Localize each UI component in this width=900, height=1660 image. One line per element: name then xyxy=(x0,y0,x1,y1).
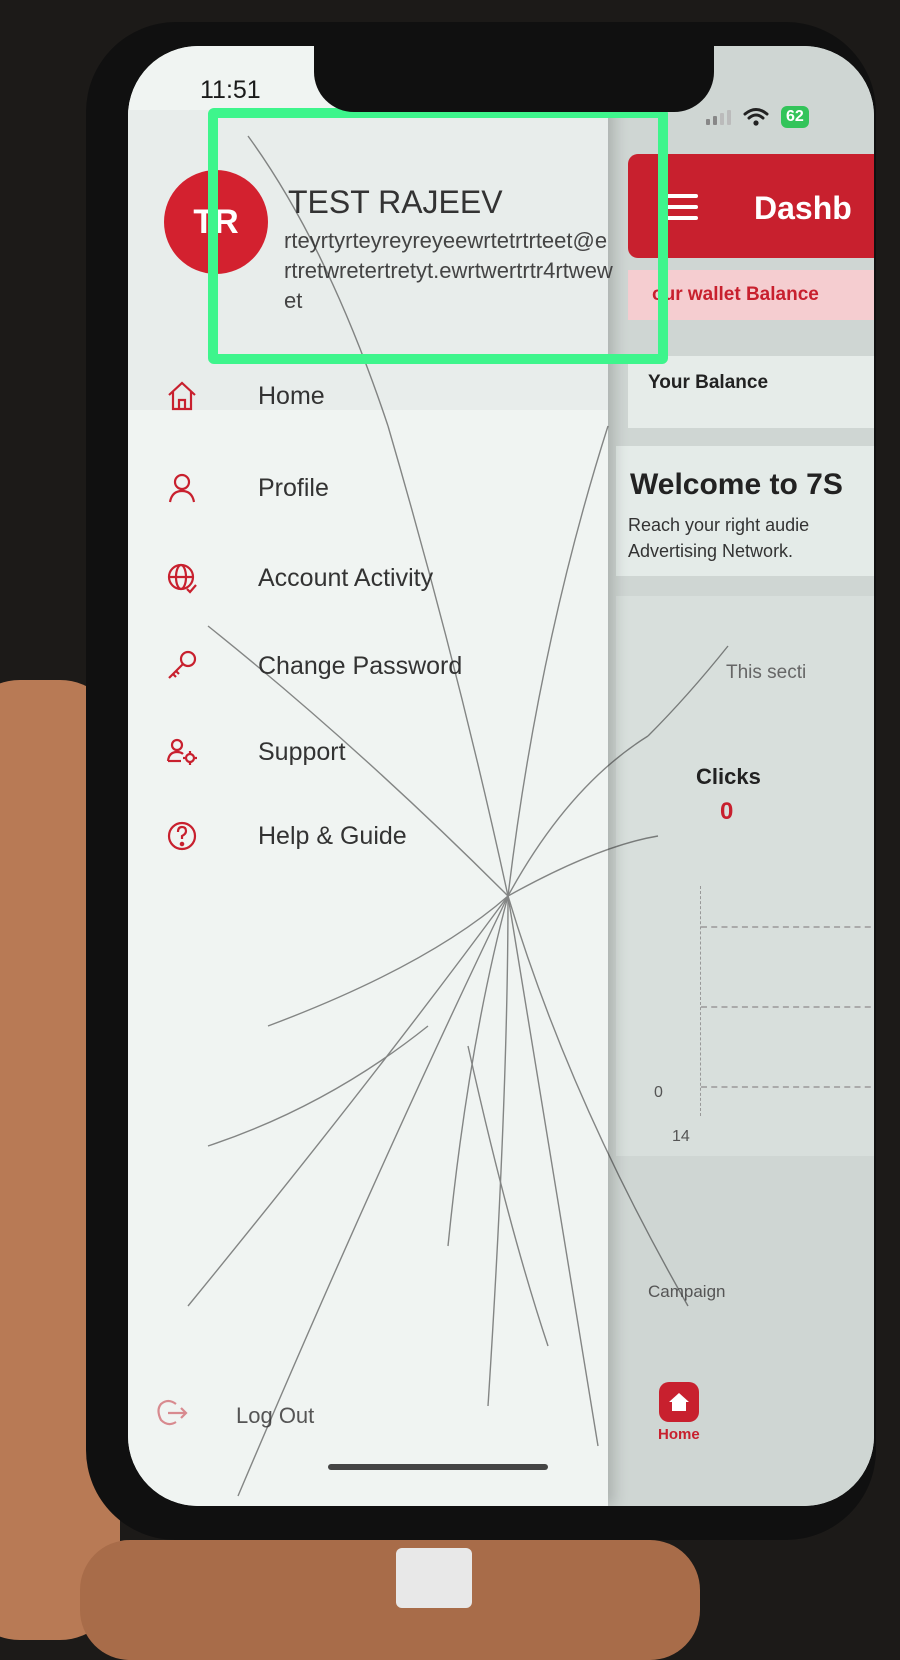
battery-icon: 62 xyxy=(781,106,809,128)
clicks-chart xyxy=(700,886,874,1116)
menu-label: Profile xyxy=(258,473,329,502)
help-icon xyxy=(162,816,202,856)
charging-cable xyxy=(396,1548,472,1608)
support-icon xyxy=(162,732,202,772)
dashboard-title: Dashb xyxy=(754,190,852,226)
menu-label: Help & Guide xyxy=(258,821,407,850)
menu-label: Home xyxy=(258,381,325,410)
menu-label: Support xyxy=(258,737,346,766)
home-indicator xyxy=(328,1464,548,1470)
clicks-label: Clicks xyxy=(696,764,761,789)
menu-item-profile[interactable]: Profile xyxy=(162,460,329,516)
bottom-nav-home-label: Home xyxy=(658,1426,700,1443)
chart-gridline xyxy=(701,1086,874,1088)
phone-screen: 11:51 62 Dashb our wallet Balance Your B… xyxy=(128,46,874,1506)
balance-label: Your Balance xyxy=(648,372,769,393)
logout-button[interactable]: Log Out xyxy=(154,1396,314,1435)
menu-label: Change Password xyxy=(258,651,463,680)
logout-label: Log Out xyxy=(236,1402,315,1428)
welcome-card: Welcome to 7S Reach your right audie Adv… xyxy=(616,446,874,576)
welcome-subtitle-line-2: Advertising Network. xyxy=(628,541,794,561)
bottom-nav-campaign[interactable]: Campaign xyxy=(648,1282,726,1302)
chart-y-tick: 0 xyxy=(654,1084,663,1101)
menu-item-home[interactable]: Home xyxy=(162,368,325,424)
chart-gridline xyxy=(701,926,874,928)
menu-item-support[interactable]: Support xyxy=(162,724,346,780)
clicks-value: 0 xyxy=(720,798,734,825)
chart-gridline xyxy=(701,1006,874,1008)
home-icon xyxy=(162,376,202,416)
bottom-nav-home[interactable]: Home xyxy=(658,1382,700,1443)
welcome-subtitle-line-1: Reach your right audie xyxy=(628,515,810,535)
welcome-subtitle: Reach your right audie Advertising Netwo… xyxy=(628,512,809,564)
stats-card: This secti Clicks 0 0 14 xyxy=(616,596,874,1156)
menu-item-change-password[interactable]: Change Password xyxy=(162,638,462,694)
chart-x-tick: 14 xyxy=(672,1128,690,1145)
hand-bottom xyxy=(80,1540,700,1660)
status-icons: 62 xyxy=(706,106,809,128)
welcome-title: Welcome to 7S xyxy=(630,468,843,501)
notch xyxy=(314,46,714,112)
key-icon xyxy=(162,646,202,686)
wifi-icon xyxy=(743,107,769,127)
menu-label: Account Activity xyxy=(258,563,434,592)
logout-icon xyxy=(154,1396,188,1435)
balance-card: Your Balance xyxy=(628,356,874,428)
hamburger-menu-icon[interactable] xyxy=(664,194,698,227)
status-time: 11:51 xyxy=(200,76,261,104)
wallet-banner-text: our wallet Balance xyxy=(652,284,819,305)
menu-item-help-guide[interactable]: Help & Guide xyxy=(162,808,407,864)
user-icon xyxy=(162,468,202,508)
signal-icon xyxy=(706,109,731,125)
highlight-box xyxy=(208,108,668,364)
home-nav-icon xyxy=(658,1382,699,1422)
section-note: This secti xyxy=(726,662,807,683)
menu-item-account-activity[interactable]: Account Activity xyxy=(162,550,433,606)
globe-icon xyxy=(162,558,202,598)
